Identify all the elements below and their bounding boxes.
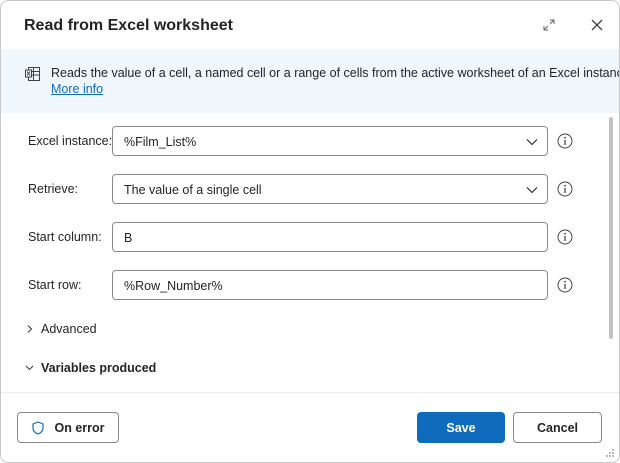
excel-instance-label: Excel instance: bbox=[28, 134, 113, 148]
footer-divider bbox=[1, 392, 619, 393]
cancel-button[interactable]: Cancel bbox=[513, 412, 602, 443]
chevron-down-icon bbox=[25, 365, 34, 371]
excel-instance-value: %Film_List% bbox=[124, 135, 197, 149]
info-icon[interactable] bbox=[557, 133, 573, 149]
chevron-down-icon bbox=[526, 139, 538, 146]
on-error-label: On error bbox=[54, 420, 105, 435]
excel-worksheet-icon bbox=[25, 67, 40, 81]
info-icon[interactable] bbox=[557, 181, 573, 197]
close-button[interactable] bbox=[585, 13, 609, 37]
chevron-right-icon bbox=[27, 325, 33, 333]
save-button[interactable]: Save bbox=[417, 412, 505, 443]
resize-grip-icon[interactable] bbox=[605, 448, 615, 458]
close-icon bbox=[591, 19, 603, 31]
info-banner: Reads the value of a cell, a named cell … bbox=[1, 49, 619, 113]
more-info-link[interactable]: More info bbox=[51, 82, 103, 96]
excel-instance-dropdown[interactable]: %Film_List% bbox=[112, 126, 548, 156]
variables-produced-toggle[interactable]: Variables produced bbox=[25, 361, 156, 375]
start-column-input[interactable]: B bbox=[112, 222, 548, 252]
shield-icon bbox=[32, 420, 45, 435]
start-row-label: Start row: bbox=[28, 278, 82, 292]
info-icon[interactable] bbox=[557, 277, 573, 293]
read-excel-dialog: Read from Excel worksheet Reads the valu… bbox=[0, 0, 620, 463]
advanced-label: Advanced bbox=[41, 322, 97, 336]
banner-description: Reads the value of a cell, a named cell … bbox=[51, 66, 620, 80]
scrollbar[interactable] bbox=[609, 117, 613, 339]
chevron-down-icon bbox=[526, 187, 538, 194]
dialog-title: Read from Excel worksheet bbox=[24, 17, 233, 34]
variables-produced-label: Variables produced bbox=[41, 361, 157, 375]
info-icon[interactable] bbox=[557, 229, 573, 245]
retrieve-label: Retrieve: bbox=[28, 182, 79, 196]
start-row-input[interactable]: %Row_Number% bbox=[112, 270, 548, 300]
retrieve-dropdown[interactable]: The value of a single cell bbox=[112, 174, 548, 204]
start-column-value: B bbox=[124, 231, 133, 245]
on-error-button[interactable]: On error bbox=[17, 412, 119, 443]
expand-icon bbox=[543, 19, 555, 31]
advanced-section-toggle[interactable]: Advanced bbox=[25, 322, 97, 336]
start-column-label: Start column: bbox=[28, 230, 102, 244]
start-row-value: %Row_Number% bbox=[124, 279, 223, 293]
expand-button[interactable] bbox=[537, 13, 561, 37]
cancel-label: Cancel bbox=[537, 420, 578, 435]
retrieve-value: The value of a single cell bbox=[124, 183, 262, 197]
save-label: Save bbox=[446, 420, 476, 435]
